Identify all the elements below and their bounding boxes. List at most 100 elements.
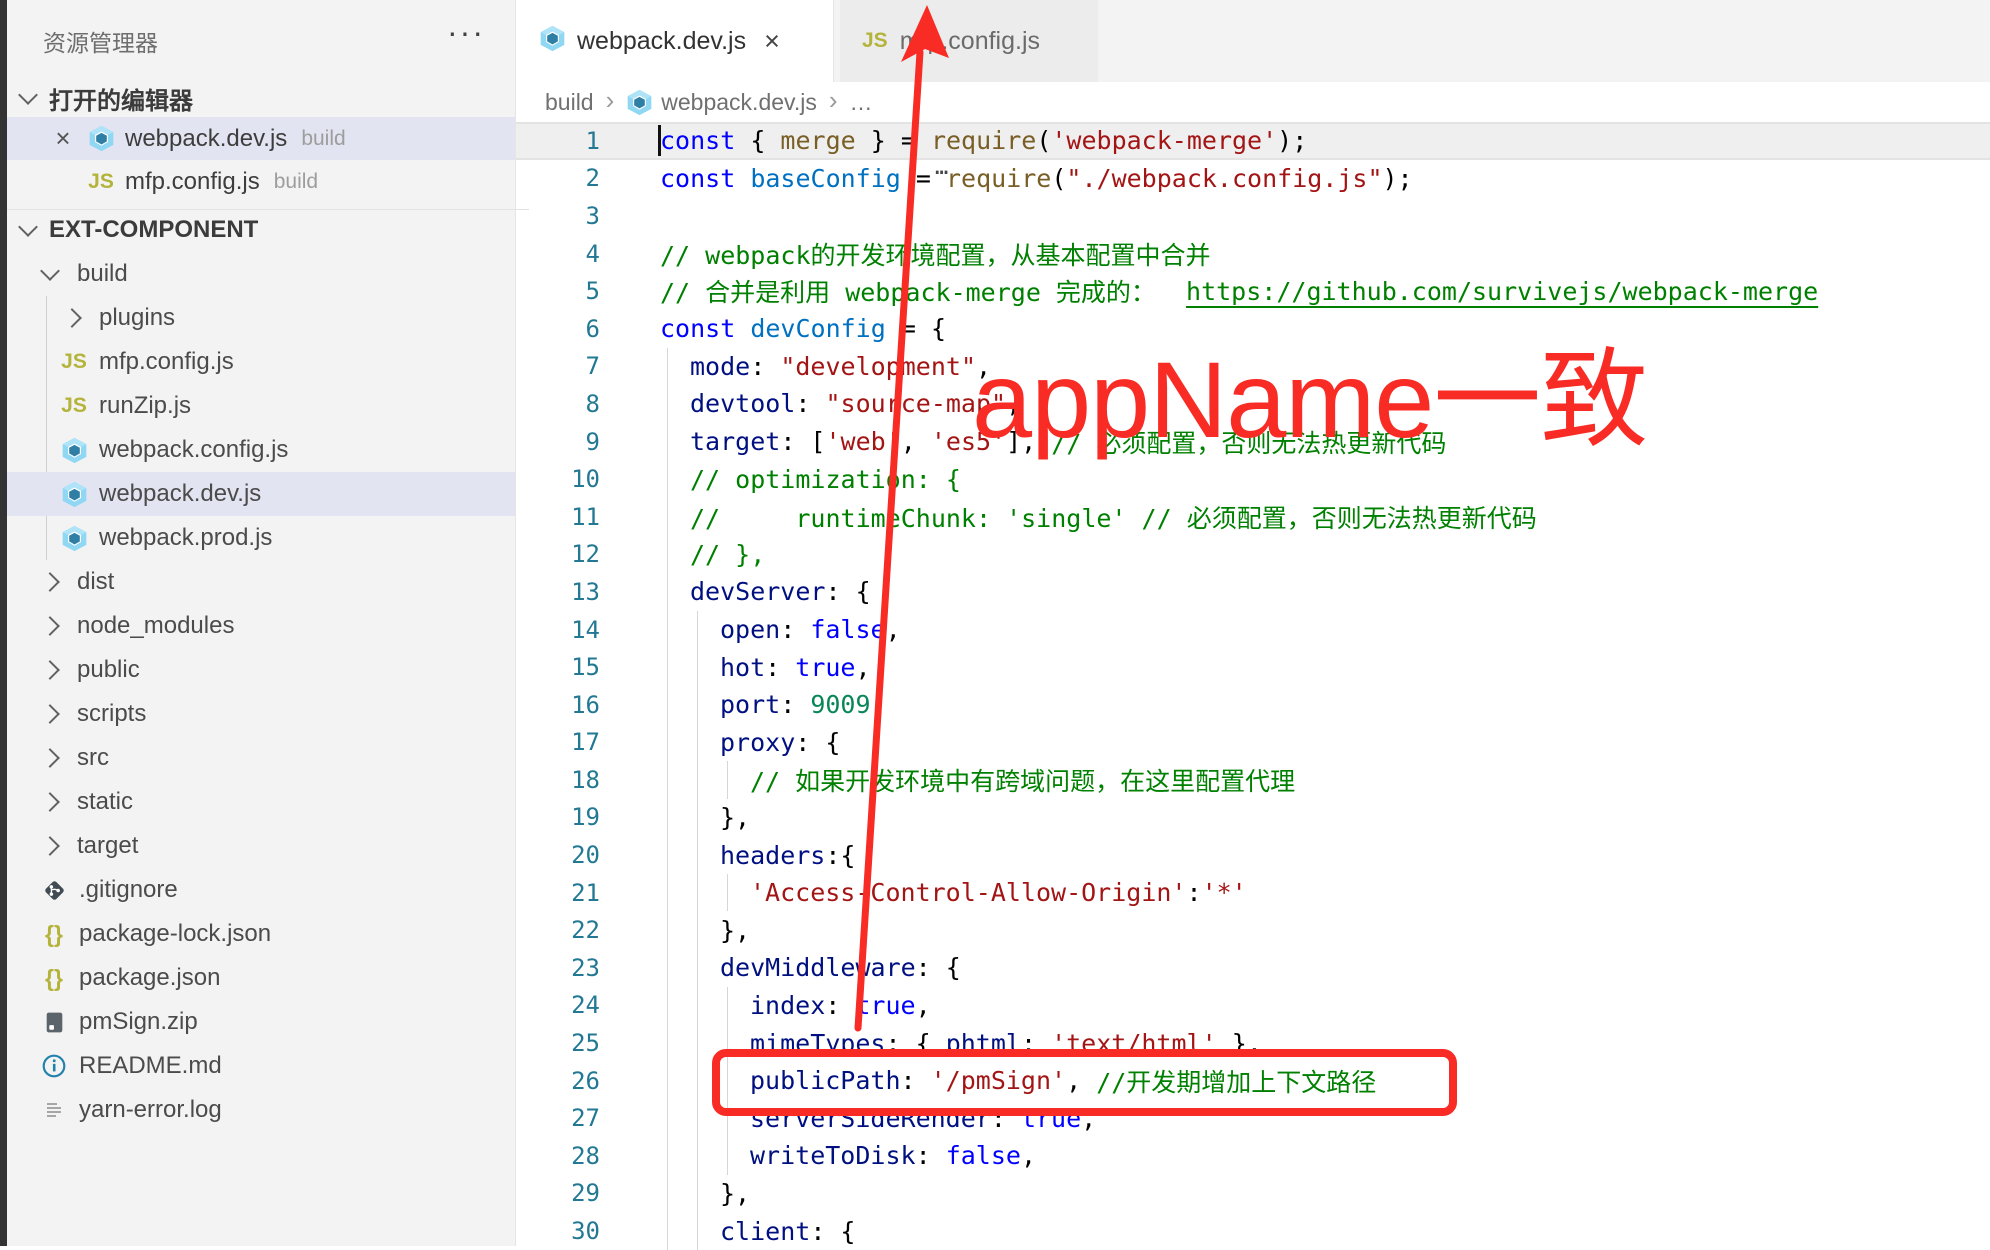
breadcrumb-item-more[interactable]: … bbox=[850, 89, 873, 116]
tree-item-node-modules[interactable]: node_modules bbox=[7, 604, 515, 648]
tree-item-webpack-prod-js[interactable]: webpack.prod.js bbox=[7, 516, 515, 560]
chevron-right-icon[interactable] bbox=[40, 836, 60, 856]
code-line-2[interactable]: 2const baseConfig = require("./webpack.c… bbox=[515, 160, 1990, 198]
tree-item-src[interactable]: src bbox=[7, 736, 515, 780]
code-line-6[interactable]: 6const devConfig = { bbox=[515, 310, 1990, 348]
tree-item--gitignore[interactable]: .gitignore bbox=[7, 868, 515, 912]
line-number: 30 bbox=[515, 1217, 600, 1245]
indent-guide bbox=[697, 648, 698, 686]
code-line-10[interactable]: 10// optimization: { bbox=[515, 460, 1990, 498]
code-line-24[interactable]: 24index: true, bbox=[515, 987, 1990, 1025]
tree-item-plugins[interactable]: plugins bbox=[7, 296, 515, 340]
indent-guide bbox=[667, 949, 668, 987]
open-editor-item-mfp-config[interactable]: JS mfp.config.js build bbox=[7, 160, 515, 203]
tree-item-static[interactable]: static bbox=[7, 780, 515, 824]
token: 'text/html' bbox=[1051, 1029, 1217, 1058]
code-line-17[interactable]: 17proxy: { bbox=[515, 724, 1990, 762]
token: // 合并是利用 webpack-merge 完成的： bbox=[660, 273, 1186, 309]
workspace-section-header[interactable]: EXT-COMPONENT bbox=[7, 209, 529, 250]
more-actions-icon[interactable]: ··· bbox=[447, 14, 485, 51]
code-line-16[interactable]: 16port: 9009, bbox=[515, 686, 1990, 724]
chevron-right-icon[interactable] bbox=[40, 792, 60, 812]
code-line-4[interactable]: 4// webpack的开发环境配置，从基本配置中合并 bbox=[515, 235, 1990, 273]
line-number: 16 bbox=[515, 691, 600, 719]
code-line-28[interactable]: 28writeToDisk: false, bbox=[515, 1137, 1990, 1175]
indent-guide bbox=[697, 799, 698, 837]
chevron-down-icon[interactable] bbox=[40, 261, 60, 281]
indent-guide bbox=[697, 1062, 698, 1100]
breadcrumb-item-build[interactable]: build bbox=[545, 89, 594, 116]
indent-guide bbox=[667, 536, 668, 574]
chevron-right-icon[interactable] bbox=[40, 616, 60, 636]
code-line-27[interactable]: 27serverSideRender: true, bbox=[515, 1099, 1990, 1137]
chevron-right-icon[interactable] bbox=[40, 660, 60, 680]
code-line-23[interactable]: 23devMiddleware: { bbox=[515, 949, 1990, 987]
line-number: 10 bbox=[515, 465, 600, 493]
code-line-5[interactable]: 5// 合并是利用 webpack-merge 完成的： https://git… bbox=[515, 272, 1990, 310]
code-line-7[interactable]: 7mode: "development", bbox=[515, 348, 1990, 386]
code-line-content: }, bbox=[600, 1175, 1990, 1213]
indent-guide bbox=[667, 761, 668, 799]
code-line-19[interactable]: 19}, bbox=[515, 799, 1990, 837]
code-line-21[interactable]: 21'Access-Control-Allow-Origin':'*' bbox=[515, 874, 1990, 912]
tree-item-webpack-config-js[interactable]: webpack.config.js bbox=[7, 428, 515, 472]
tree-item-package-json[interactable]: {}package.json bbox=[7, 956, 515, 1000]
code-line-11[interactable]: 11// runtimeChunk: 'single' // 必须配置，否则无法… bbox=[515, 498, 1990, 536]
open-editors-header[interactable]: 打开的编辑器 bbox=[7, 78, 529, 118]
close-icon[interactable]: × bbox=[51, 123, 75, 154]
tree-item-runzip-js[interactable]: JSrunZip.js bbox=[7, 384, 515, 428]
indent-guide bbox=[697, 836, 698, 874]
tree-item-readme-md[interactable]: README.md bbox=[7, 1044, 515, 1088]
tree-item-pmsign-zip[interactable]: pmSign.zip bbox=[7, 1000, 515, 1044]
code-line-content: // 合并是利用 webpack-merge 完成的： https://gith… bbox=[600, 272, 1990, 310]
indent-guide bbox=[667, 423, 668, 461]
token: "./webpack.config.js" bbox=[1066, 164, 1382, 193]
close-icon[interactable]: × bbox=[764, 26, 780, 57]
code-line-14[interactable]: 14open: false, bbox=[515, 611, 1990, 649]
token: , bbox=[1006, 389, 1021, 418]
code-area[interactable]: … 1const { merge } = require('webpack-me… bbox=[515, 122, 1990, 1246]
tree-item-label: webpack.config.js bbox=[99, 436, 288, 464]
token: // runtimeChunk: 'single' // 必须配置，否则无法热更… bbox=[690, 499, 1537, 535]
code-line-9[interactable]: 9target: ['web', 'es5'], // 必须配置，否则无法热更新… bbox=[515, 423, 1990, 461]
token: ( bbox=[1036, 126, 1051, 155]
code-line-30[interactable]: 30client: { bbox=[515, 1212, 1990, 1250]
tab-mfp-config-js[interactable]: JS mfp.config.js bbox=[840, 0, 1098, 82]
line-number: 24 bbox=[515, 991, 600, 1019]
code-line-18[interactable]: 18// 如果开发环境中有跨域问题，在这里配置代理 bbox=[515, 761, 1990, 799]
code-line-25[interactable]: 25mimeTypes: { phtml: 'text/html' }, bbox=[515, 1024, 1990, 1062]
tree-item-dist[interactable]: dist bbox=[7, 560, 515, 604]
code-line-15[interactable]: 15hot: true, bbox=[515, 648, 1990, 686]
tree-item-build[interactable]: build bbox=[7, 252, 515, 296]
tree-item-mfp-config-js[interactable]: JSmfp.config.js bbox=[7, 340, 515, 384]
token: 'es5' bbox=[931, 427, 1006, 456]
tab-webpack-dev-js[interactable]: webpack.dev.js × bbox=[515, 0, 834, 82]
chevron-right-icon[interactable] bbox=[40, 748, 60, 768]
code-line-29[interactable]: 29}, bbox=[515, 1175, 1990, 1213]
indent-guide bbox=[667, 573, 668, 611]
code-line-13[interactable]: 13devServer: { bbox=[515, 573, 1990, 611]
token: target bbox=[690, 427, 780, 456]
code-line-20[interactable]: 20headers:{ bbox=[515, 836, 1990, 874]
breadcrumb-item-file[interactable]: webpack.dev.js bbox=[661, 89, 817, 116]
code-line-26[interactable]: 26publicPath: '/pmSign', //开发期增加上下文路径 bbox=[515, 1062, 1990, 1100]
code-line-8[interactable]: 8devtool: "source-map", bbox=[515, 385, 1990, 423]
tree-item-webpack-dev-js[interactable]: webpack.dev.js bbox=[7, 472, 515, 516]
chevron-right-icon[interactable] bbox=[40, 572, 60, 592]
tree-item-public[interactable]: public bbox=[7, 648, 515, 692]
code-line-1[interactable]: 1const { merge } = require('webpack-merg… bbox=[515, 122, 1990, 160]
tree-item-yarn-error-log[interactable]: yarn-error.log bbox=[7, 1088, 515, 1132]
tree-item-target[interactable]: target bbox=[7, 824, 515, 868]
code-line-22[interactable]: 22}, bbox=[515, 911, 1990, 949]
tree-item-label: pmSign.zip bbox=[79, 1008, 198, 1036]
open-editor-item-webpack-dev[interactable]: × webpack.dev.js build bbox=[7, 117, 515, 160]
token: false bbox=[946, 1141, 1021, 1170]
code-line-12[interactable]: 12// }, bbox=[515, 536, 1990, 574]
chevron-right-icon[interactable] bbox=[62, 308, 82, 328]
indent-guide bbox=[697, 987, 698, 1025]
token: "development" bbox=[780, 352, 976, 381]
code-line-3[interactable]: 3 bbox=[515, 197, 1990, 235]
chevron-right-icon[interactable] bbox=[40, 704, 60, 724]
tree-item-package-lock-json[interactable]: {}package-lock.json bbox=[7, 912, 515, 956]
tree-item-scripts[interactable]: scripts bbox=[7, 692, 515, 736]
